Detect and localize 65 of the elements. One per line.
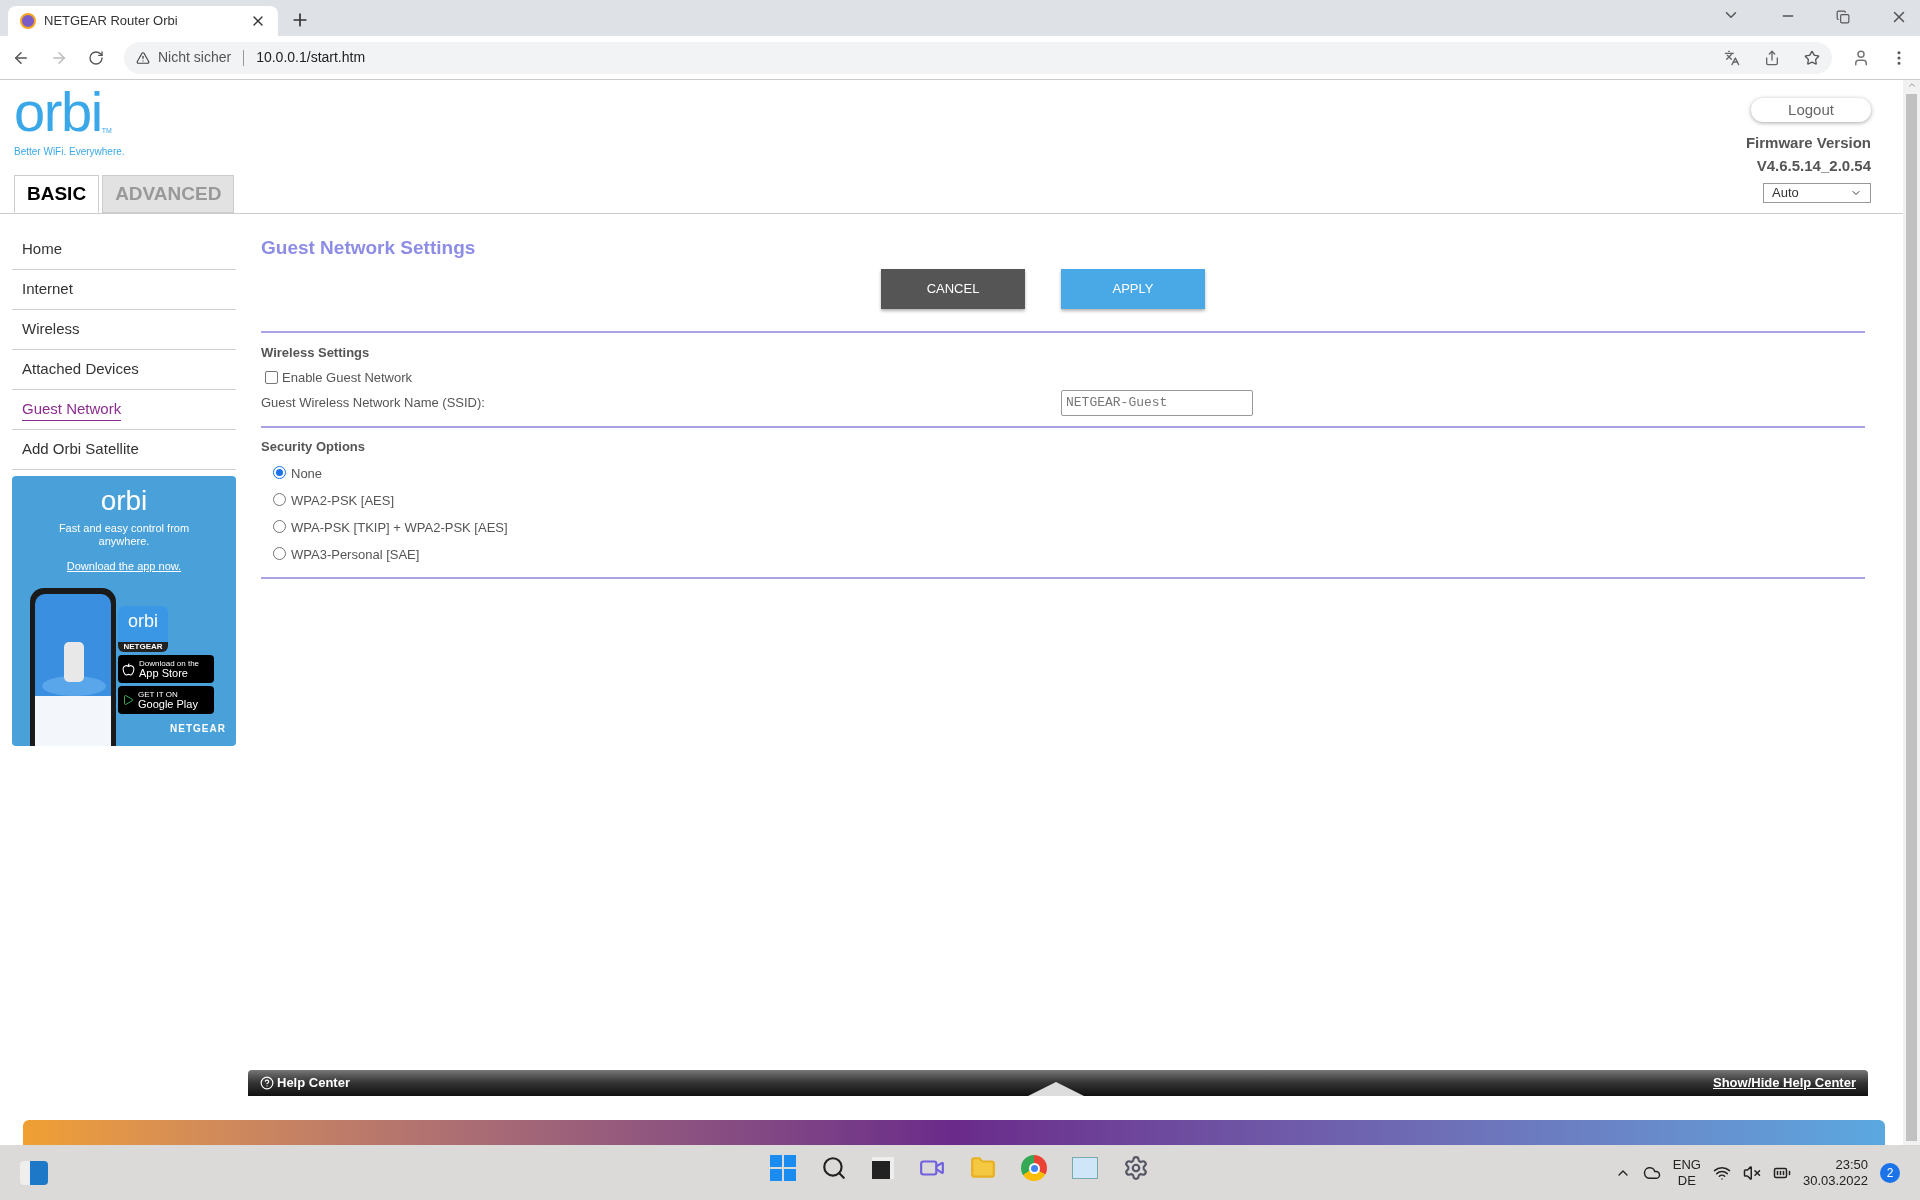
show-hide-help-link[interactable]: Show/Hide Help Center [1712, 1073, 1856, 1093]
sidebar-item[interactable]: Add Orbi Satellite [22, 438, 139, 461]
sidebar-item[interactable]: Home [22, 238, 62, 261]
search-icon[interactable] [821, 1155, 847, 1181]
browser-tab[interactable]: NETGEAR Router Orbi [8, 6, 278, 36]
settings-icon[interactable] [1123, 1155, 1149, 1181]
sidebar-item[interactable]: Guest Network [22, 397, 122, 422]
sidebar-item[interactable]: Wireless [22, 318, 80, 341]
security-label: Nicht sicher [158, 48, 232, 67]
promo-text: Fast and easy control from anywhere. [57, 522, 191, 548]
netgear-brand: NETGEAR [170, 722, 226, 736]
chrome-icon[interactable] [1021, 1155, 1047, 1181]
sidebar-item[interactable]: Attached Devices [22, 358, 139, 381]
radio-label: None [291, 465, 323, 484]
translate-icon[interactable] [1724, 49, 1740, 66]
reload-icon[interactable] [88, 49, 104, 66]
orbi-app-icon: orbi NETGEAR [118, 606, 168, 652]
page-title: Guest Network Settings [261, 236, 477, 260]
cancel-button[interactable]: CANCEL [881, 268, 1025, 309]
orbi-logo: orbi [14, 88, 102, 136]
firmware-version: V4.6.5.14_2.0.54 [1756, 155, 1871, 176]
sidebar-item[interactable]: Internet [22, 278, 73, 301]
ssid-field[interactable]: NETGEAR-Guest [1061, 389, 1253, 416]
profile-icon[interactable] [1852, 48, 1870, 67]
language-indicator[interactable]: ENG [1672, 1156, 1701, 1173]
help-icon [260, 1076, 274, 1090]
address-bar[interactable]: Nicht sicher 10.0.0.1/start.htm [124, 41, 1832, 74]
url-text: 10.0.0.1/start.htm [256, 48, 366, 67]
enable-guest-checkbox[interactable] [265, 371, 278, 385]
orbi-logo: orbi [100, 486, 148, 516]
tab-title: NETGEAR Router Orbi [44, 12, 179, 31]
section-heading: Wireless Settings [261, 343, 371, 362]
tagline: Better WiFi. Everywhere. [14, 145, 126, 159]
help-center-title: Help Center [277, 1074, 350, 1093]
warning-icon [136, 50, 150, 65]
task-view-icon[interactable] [872, 1157, 894, 1179]
widgets-icon[interactable] [20, 1160, 48, 1185]
app-store-badge[interactable]: Download on the App Store [118, 655, 214, 683]
field-label: Guest Wireless Network Name (SSID): [261, 393, 486, 412]
radio-label: WPA2-PSK [AES] [291, 492, 395, 511]
clock-time[interactable]: 23:50 [1835, 1156, 1868, 1173]
radio-button[interactable] [273, 546, 286, 560]
radio-button[interactable] [273, 465, 286, 479]
radio-button[interactable] [273, 492, 286, 506]
restore-icon[interactable] [1836, 10, 1850, 24]
section-heading: Security Options [261, 437, 367, 456]
mute-icon[interactable] [1742, 1163, 1761, 1182]
region-indicator[interactable]: DE [1677, 1172, 1696, 1189]
clock-date[interactable]: 30.03.2022 [1802, 1172, 1868, 1189]
logout-button[interactable]: Logout [1751, 98, 1871, 122]
nav-tab[interactable]: BASIC [14, 175, 100, 213]
share-icon[interactable] [1764, 49, 1780, 66]
bookmark-star-icon[interactable] [1804, 49, 1820, 66]
google-play-badge[interactable]: GET IT ON Google Play [118, 686, 214, 714]
radio-label: WPA-PSK [TKIP] + WPA2-PSK [AES] [291, 519, 508, 538]
expand-arrow-icon[interactable] [1028, 1082, 1084, 1096]
start-icon[interactable] [770, 1155, 796, 1181]
radio-label: WPA3-Personal [SAE] [291, 546, 420, 565]
netgear-icon [20, 13, 36, 29]
firmware-label: Firmware Version [1745, 133, 1871, 153]
scrollbar[interactable] [1903, 80, 1920, 1145]
language-select[interactable]: Auto [1763, 183, 1871, 203]
checkbox-label: Enable Guest Network [282, 369, 413, 387]
radio-button[interactable] [273, 519, 286, 533]
notification-badge[interactable]: 2 [1880, 1162, 1900, 1183]
